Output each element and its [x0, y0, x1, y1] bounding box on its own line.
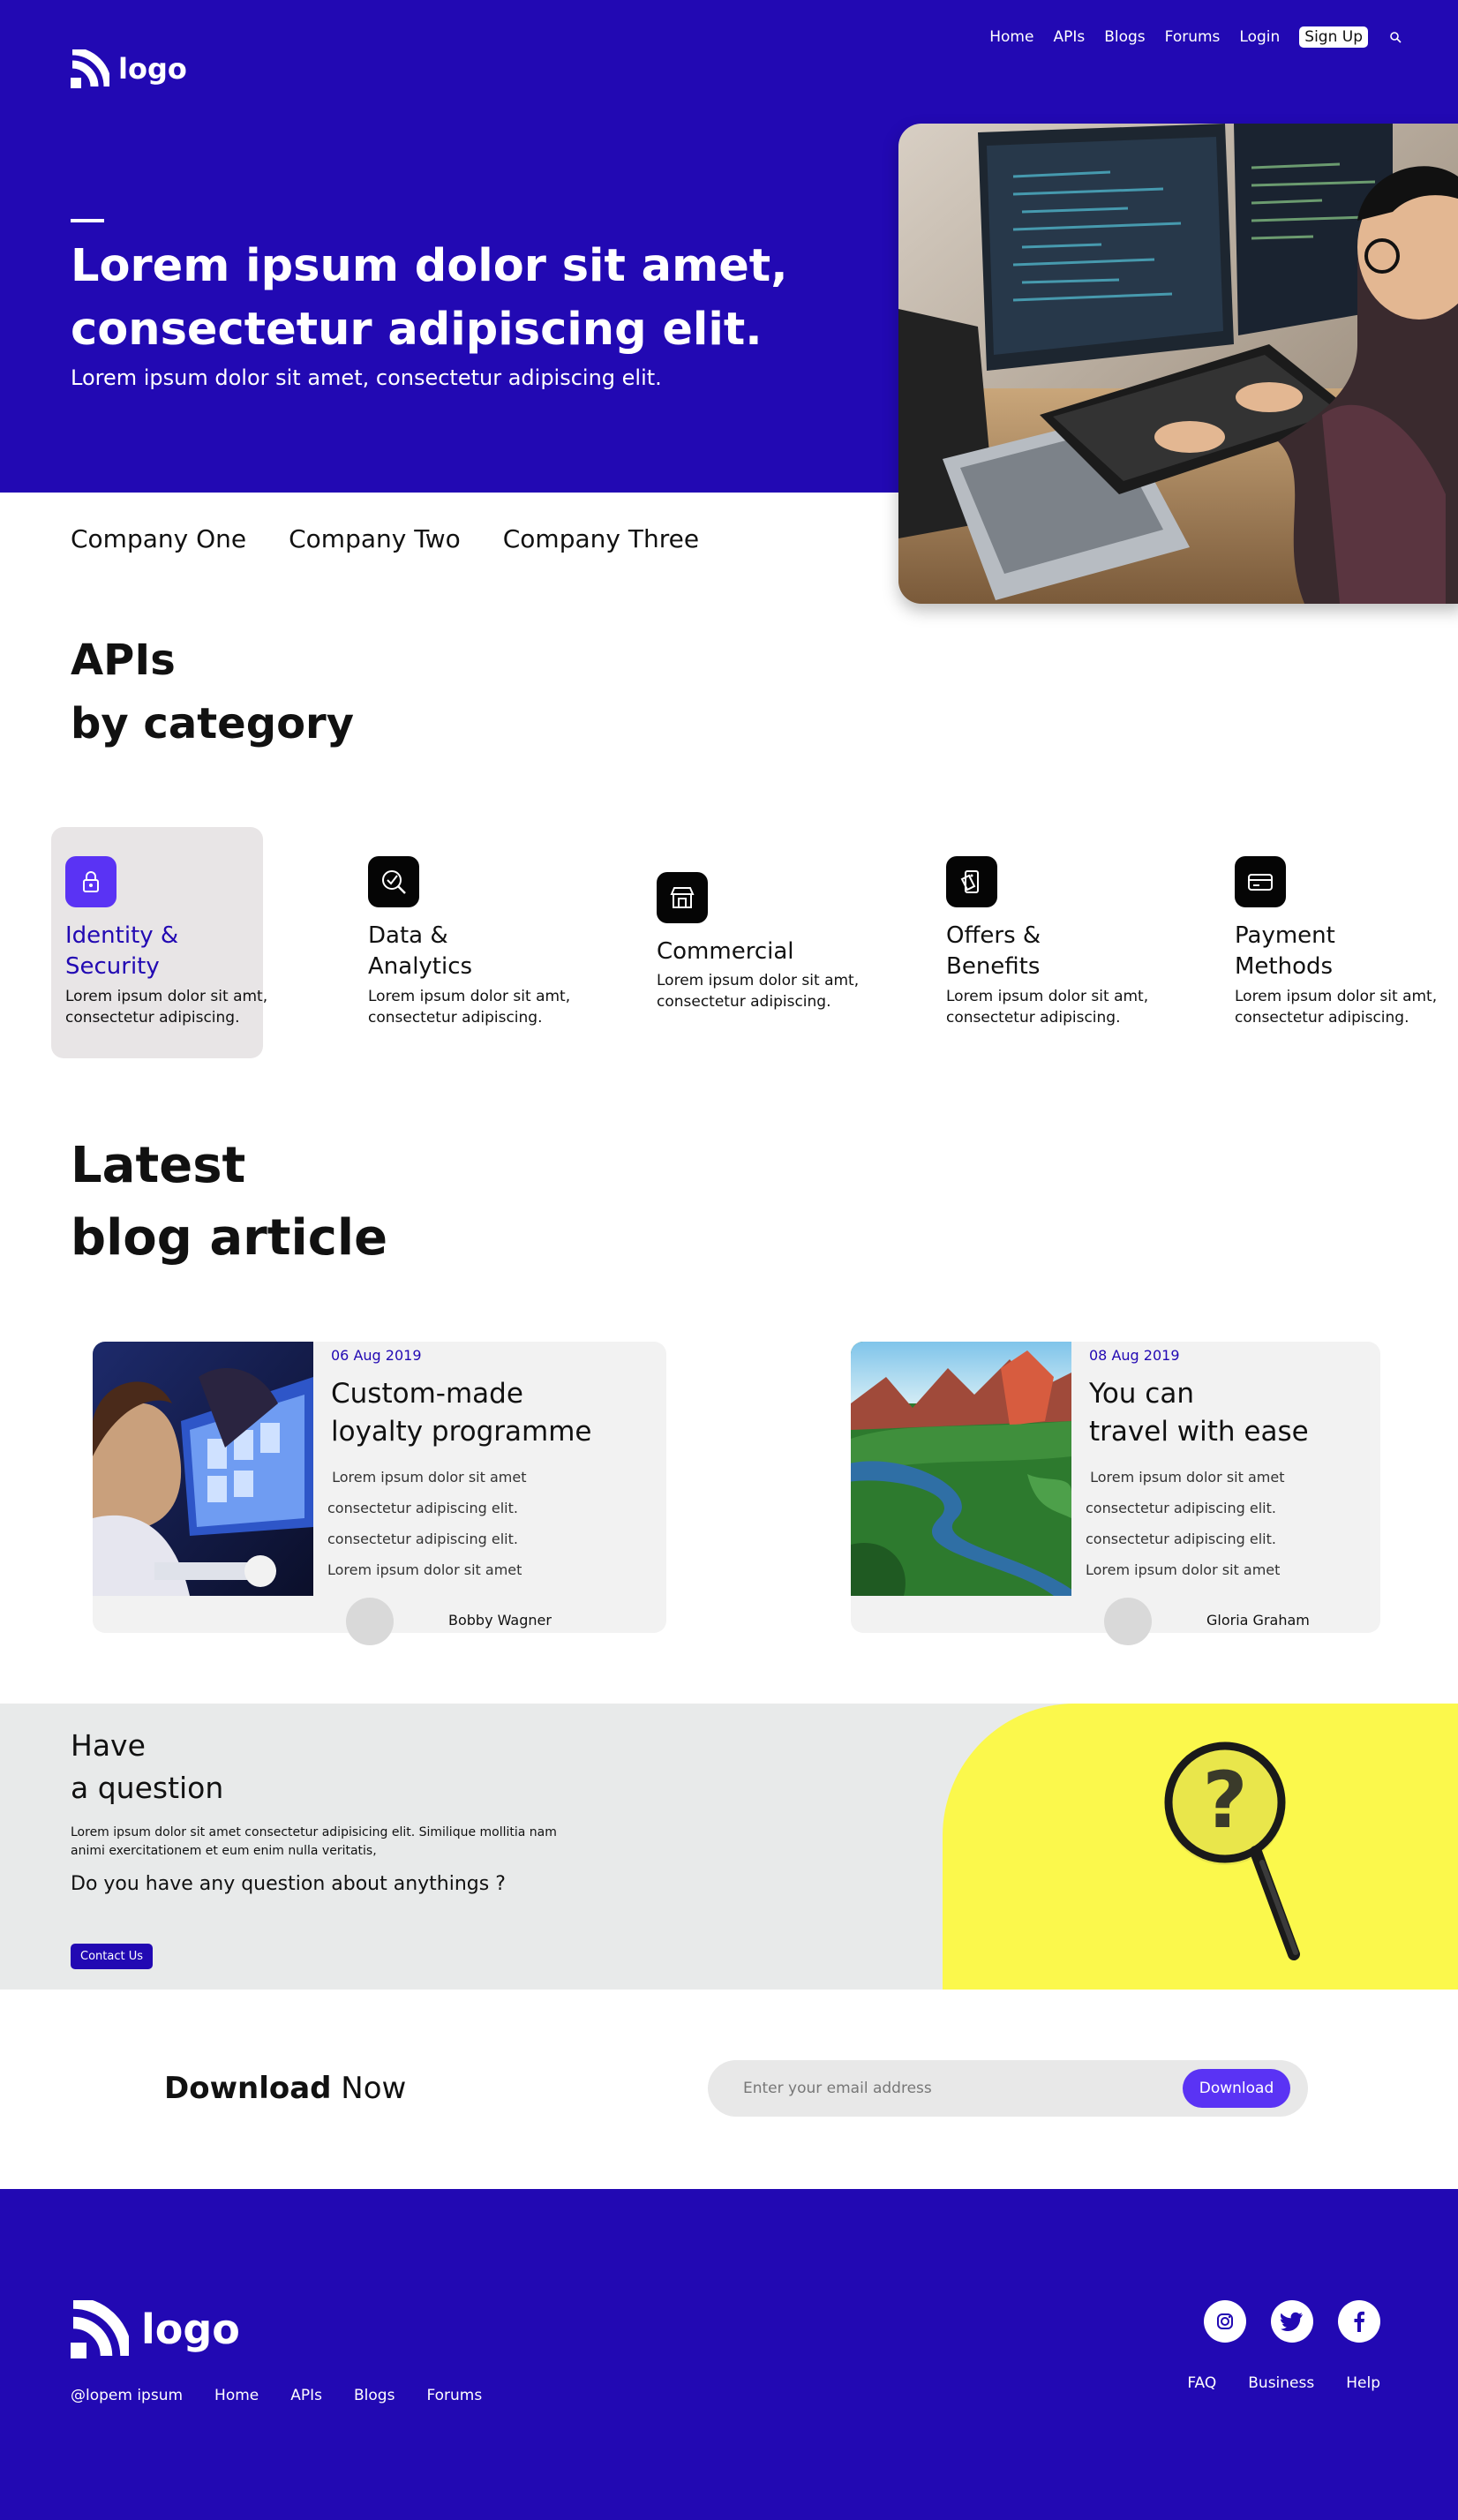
category-description: Lorem ipsum dolor sit amt, consectetur ad…: [368, 988, 571, 1027]
nav-login[interactable]: Login: [1239, 28, 1280, 46]
question-illustration: ?: [943, 1704, 1458, 1990]
instagram-icon[interactable]: [1204, 2300, 1246, 2343]
logo-icon: [71, 49, 109, 88]
question-section: ? Have a question Lorem ipsum dolor sit a…: [0, 1704, 1458, 1990]
hero-accent-line: [71, 219, 104, 222]
blog-title-line1: Latest: [71, 1137, 246, 1194]
category-description: Lorem ipsum dolor sit amt, consectetur ad…: [1235, 988, 1438, 1027]
avatar: [1104, 1598, 1152, 1645]
blog-card-title[interactable]: You can travel with ease: [1089, 1375, 1424, 1451]
footer-copyright: @lopem ipsum: [71, 2387, 184, 2404]
social-links: [1204, 2300, 1380, 2343]
company-two: Company Two: [289, 524, 461, 553]
footer-logo[interactable]: logo: [71, 2300, 240, 2358]
category-description: Lorem ipsum dolor sit amt, consectetur ad…: [65, 988, 268, 1027]
blog-author: Gloria Graham: [1206, 1612, 1310, 1629]
logo-icon: [71, 2300, 129, 2358]
facebook-icon[interactable]: [1338, 2300, 1380, 2343]
apis-title-line1: APIs: [71, 636, 176, 685]
category-description: Lorem ipsum dolor sit amt, consectetur ad…: [657, 972, 860, 1011]
blog-title-line2: blog article: [71, 1209, 388, 1267]
category-name: Data & Analytics: [368, 922, 473, 980]
footer-links: @lopem ipsum Home APIs Blogs Forums: [71, 2387, 482, 2404]
blog-card[interactable]: 06 Aug 2019 Custom-made loyalty programme…: [93, 1342, 666, 1645]
card-icon: [1235, 856, 1286, 907]
question-prompt: Do you have any question about anythings…: [71, 1873, 506, 1895]
footer-link-blogs[interactable]: Blogs: [354, 2387, 395, 2404]
category-name: Payment Methods: [1235, 922, 1335, 980]
svg-text:?: ?: [1202, 1755, 1247, 1846]
lock-icon: [65, 856, 116, 907]
company-one: Company One: [71, 524, 247, 553]
apis-section-title: APIs by category: [71, 628, 354, 756]
category-description: Lorem ipsum dolor sit amt, consectetur ad…: [946, 988, 1149, 1027]
hero-title: Lorem ipsum dolor sit amet, consectetur …: [71, 240, 788, 356]
blog-date: 08 Aug 2019: [1089, 1347, 1180, 1364]
store-icon: [657, 872, 708, 923]
nav-apis[interactable]: APIs: [1053, 28, 1085, 46]
question-text: Lorem ipsum dolor sit amet consectetur a…: [71, 1825, 557, 1858]
category-name: Offers & Benefits: [946, 922, 1041, 980]
blog-author: Bobby Wagner: [448, 1612, 552, 1629]
blog-card[interactable]: 08 Aug 2019 You can travel with ease Lore…: [851, 1342, 1380, 1645]
question-title: Have a question: [71, 1728, 224, 1805]
blog-section-title: Latest blog article: [71, 1130, 387, 1275]
blog-card-title[interactable]: Custom-made loyalty programme: [331, 1375, 666, 1451]
category-identity-security[interactable]: Identity & Security Lorem ipsum dolor sit…: [51, 827, 267, 1058]
download-button[interactable]: Download: [1183, 2069, 1290, 2108]
category-list: Identity & Security Lorem ipsum dolor sit…: [51, 827, 1458, 1058]
blog-date: 06 Aug 2019: [331, 1347, 422, 1364]
nav-home[interactable]: Home: [989, 28, 1033, 46]
footer-link-home[interactable]: Home: [214, 2387, 259, 2404]
signup-button[interactable]: Sign Up: [1299, 26, 1368, 48]
blog-thumbnail: [93, 1342, 313, 1596]
logo[interactable]: logo: [71, 49, 187, 88]
twitter-icon[interactable]: [1271, 2300, 1313, 2343]
footer-link-help[interactable]: Help: [1346, 2374, 1380, 2392]
analytics-icon: [368, 856, 419, 907]
category-name: Commercial: [657, 938, 794, 965]
footer-secondary-links: FAQ Business Help: [1187, 2374, 1380, 2392]
nav-blogs[interactable]: Blogs: [1104, 28, 1145, 46]
nav-forums[interactable]: Forums: [1165, 28, 1221, 46]
footer: logo @lopem ipsum Home APIs Blogs Forums…: [0, 2189, 1458, 2520]
category-name: Identity & Security: [65, 922, 179, 980]
company-list: Company One Company Two Company Three: [71, 524, 699, 553]
footer-link-forums[interactable]: Forums: [426, 2387, 482, 2404]
footer-link-business[interactable]: Business: [1248, 2374, 1314, 2392]
footer-link-faq[interactable]: FAQ: [1187, 2374, 1216, 2392]
hero-subtitle: Lorem ipsum dolor sit amet, consectetur …: [71, 365, 662, 390]
contact-us-button[interactable]: Contact Us: [71, 1944, 153, 1969]
footer-link-apis[interactable]: APIs: [290, 2387, 322, 2404]
download-form: Download: [708, 2060, 1308, 2117]
blog-excerpt: Lorem ipsum dolor sit amet consectetur a…: [327, 1469, 527, 1578]
blog-thumbnail: [851, 1342, 1071, 1596]
apis-title-line2: by category: [71, 699, 354, 748]
hero-image: [898, 124, 1458, 604]
logo-text: logo: [141, 2306, 240, 2353]
download-label: Download Now: [164, 2071, 407, 2106]
offer-icon: [946, 856, 997, 907]
main-nav: Home APIs Blogs Forums Login Sign Up: [989, 26, 1403, 48]
email-field[interactable]: [743, 2076, 1149, 2101]
avatar: [346, 1598, 394, 1645]
search-icon[interactable]: [1387, 29, 1403, 45]
blog-excerpt: Lorem ipsum dolor sit amet consectetur a…: [1086, 1469, 1285, 1578]
logo-text: logo: [118, 52, 187, 86]
company-three: Company Three: [502, 524, 700, 553]
